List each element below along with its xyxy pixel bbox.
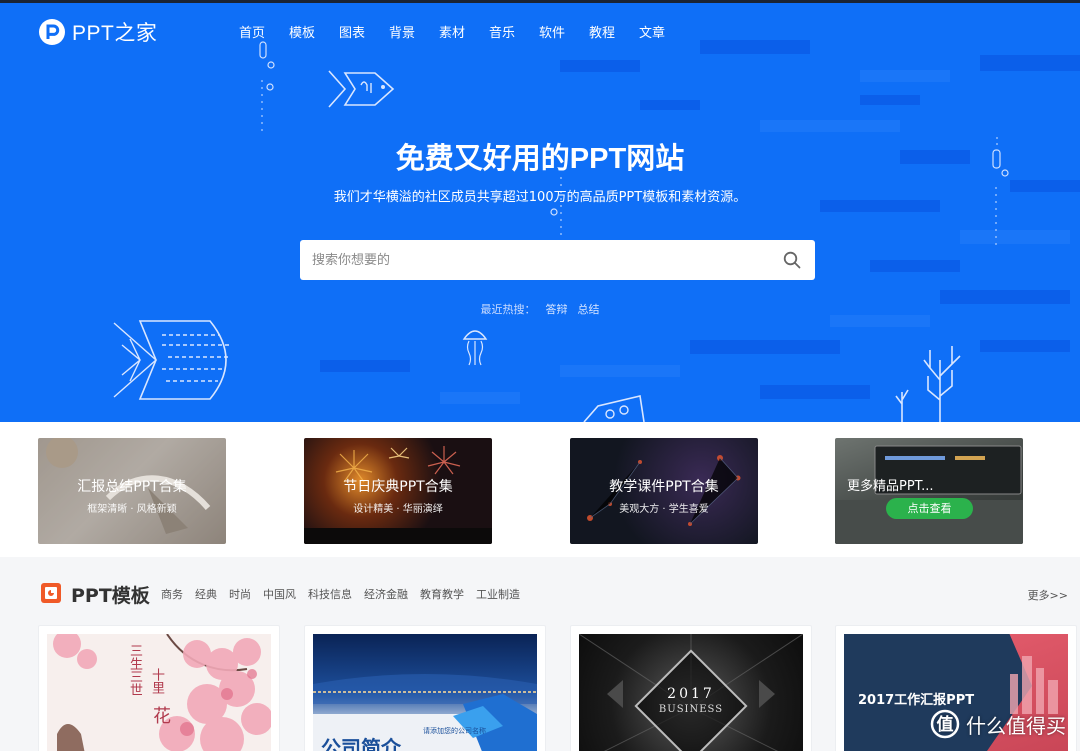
- tag-education[interactable]: 教育教学: [420, 586, 464, 602]
- template-year: 2017: [667, 686, 715, 702]
- nav-item-software[interactable]: 软件: [539, 22, 589, 41]
- card-subtitle: 美观大方 · 学生喜爱: [619, 504, 709, 515]
- main-nav: 首页 模板 图表 背景 素材 音乐 软件 教程 文章: [239, 22, 689, 41]
- bg-pixel: [760, 385, 870, 399]
- watermark: 值 什么值得买: [930, 709, 1066, 739]
- hot-search-label: 最近热搜：: [480, 303, 536, 316]
- fish-icon: [328, 70, 395, 108]
- logo-p-icon: [39, 19, 65, 45]
- template-card[interactable]: 2017 BUSINESS: [570, 625, 812, 751]
- template-text: 十里: [149, 668, 164, 694]
- tag-business[interactable]: 商务: [161, 586, 183, 602]
- bg-pixel: [700, 40, 810, 54]
- bg-pixel: [980, 55, 1080, 71]
- bg-pixel: [440, 392, 520, 404]
- template-card[interactable]: 公司简介 请添加您的公司名称: [304, 625, 546, 751]
- card-title: 更多精品PPT...: [847, 479, 934, 494]
- card-subtitle: 框架清晰 · 风格新颖: [87, 504, 177, 515]
- bg-pixel: [560, 60, 640, 72]
- template-thumbnail: 三生三世 十里 花: [47, 634, 271, 751]
- template-text: 花: [150, 706, 171, 724]
- tag-technology[interactable]: 科技信息: [308, 586, 352, 602]
- bg-pixel: [560, 365, 680, 377]
- hot-search: 最近热搜： 答辩 总结: [0, 301, 1080, 317]
- nav-item-home[interactable]: 首页: [239, 22, 289, 41]
- category-card-more[interactable]: 更多精品PPT... 点击查看: [835, 438, 1023, 544]
- search-box: [300, 240, 815, 280]
- template-word: BUSINESS: [658, 704, 724, 715]
- bg-pixel: [980, 340, 1070, 352]
- jellyfish-icon: [462, 330, 488, 366]
- search-input[interactable]: [300, 241, 760, 279]
- logo-text: PPT之家: [72, 22, 158, 45]
- bg-pixel: [690, 340, 840, 354]
- card-subtitle: 设计精美 · 华丽演绎: [353, 504, 443, 515]
- template-text: 三生三世: [127, 644, 142, 696]
- nav-item-charts[interactable]: 图表: [339, 22, 389, 41]
- template-subtitle: 请添加您的公司名称: [423, 727, 486, 735]
- template-title: 公司简介: [321, 736, 401, 751]
- more-link[interactable]: 更多>>: [1028, 587, 1068, 603]
- bg-pixel: [640, 100, 700, 110]
- hero-title: 免费又好用的PPT网站: [395, 143, 685, 175]
- tag-industry[interactable]: 工业制造: [476, 586, 520, 602]
- nav-item-templates[interactable]: 模板: [289, 22, 339, 41]
- bg-pixel: [870, 260, 960, 272]
- tag-fashion[interactable]: 时尚: [229, 586, 251, 602]
- category-cards: 汇报总结PPT合集 框架清晰 · 风格新颖 节日庆典PPT合集 设计精美 · 华…: [0, 422, 1080, 557]
- bg-pixel: [860, 95, 920, 105]
- tag-finance[interactable]: 经济金融: [364, 586, 408, 602]
- bg-pixel: [760, 120, 900, 132]
- hot-keyword[interactable]: 总结: [578, 303, 600, 316]
- nav-item-backgrounds[interactable]: 背景: [389, 22, 439, 41]
- category-card-festival[interactable]: 节日庆典PPT合集 设计精美 · 华丽演绎: [304, 438, 492, 544]
- card-title: 教学课件PPT合集: [609, 479, 719, 495]
- nav-item-articles[interactable]: 文章: [639, 22, 689, 41]
- coral-icon: [895, 346, 961, 422]
- nav-item-tutorials[interactable]: 教程: [589, 22, 639, 41]
- card-title: 汇报总结PPT合集: [77, 479, 187, 495]
- watermark-text: 什么值得买: [966, 713, 1066, 738]
- smzdm-logo-icon: 值: [930, 709, 960, 739]
- bubbles-decoration: [259, 41, 275, 136]
- search-icon[interactable]: [783, 251, 801, 269]
- template-title: 2017工作汇报PPT: [858, 693, 975, 708]
- view-more-button[interactable]: 点击查看: [886, 498, 973, 519]
- template-tags: 商务 经典 时尚 中国风 科技信息 经济金融 教育教学 工业制造: [161, 586, 532, 602]
- template-thumbnail: 2017 BUSINESS: [579, 634, 803, 751]
- svg-text:值: 值: [937, 714, 954, 735]
- ppt-file-icon: [41, 583, 61, 603]
- nav-item-materials[interactable]: 素材: [439, 22, 489, 41]
- card-title: 节日庆典PPT合集: [343, 479, 453, 495]
- site-logo[interactable]: PPT之家: [38, 17, 157, 47]
- hero-banner: PPT之家 首页 模板 图表 背景 素材 音乐 软件 教程 文章 免费又好用的P…: [0, 0, 1080, 422]
- bg-pixel: [320, 360, 410, 372]
- template-card[interactable]: 三生三世 十里 花: [38, 625, 280, 751]
- ppt-templates-section: PPT模板 商务 经典 时尚 中国风 科技信息 经济金融 教育教学 工业制造 更…: [0, 557, 1080, 751]
- tag-classic[interactable]: 经典: [195, 586, 217, 602]
- top-border: [0, 0, 1080, 3]
- fish-large-icon: [113, 320, 230, 400]
- nav-item-music[interactable]: 音乐: [489, 22, 539, 41]
- bg-pixel: [860, 70, 950, 82]
- section-title: PPT模板: [71, 585, 150, 607]
- category-card-teaching[interactable]: 教学课件PPT合集 美观大方 · 学生喜爱: [570, 438, 758, 544]
- template-thumbnail: 公司简介 请添加您的公司名称: [313, 634, 537, 751]
- submarine-icon: [583, 395, 645, 422]
- tag-chinese-style[interactable]: 中国风: [263, 586, 296, 602]
- skyline-image: [1010, 656, 1058, 714]
- category-card-report[interactable]: 汇报总结PPT合集 框架清晰 · 风格新颖: [38, 438, 226, 544]
- hero-subtitle: 我们才华横溢的社区成员共享超过100万的高品质PPT模板和素材资源。: [333, 190, 747, 205]
- hot-keyword[interactable]: 答辩: [546, 303, 568, 316]
